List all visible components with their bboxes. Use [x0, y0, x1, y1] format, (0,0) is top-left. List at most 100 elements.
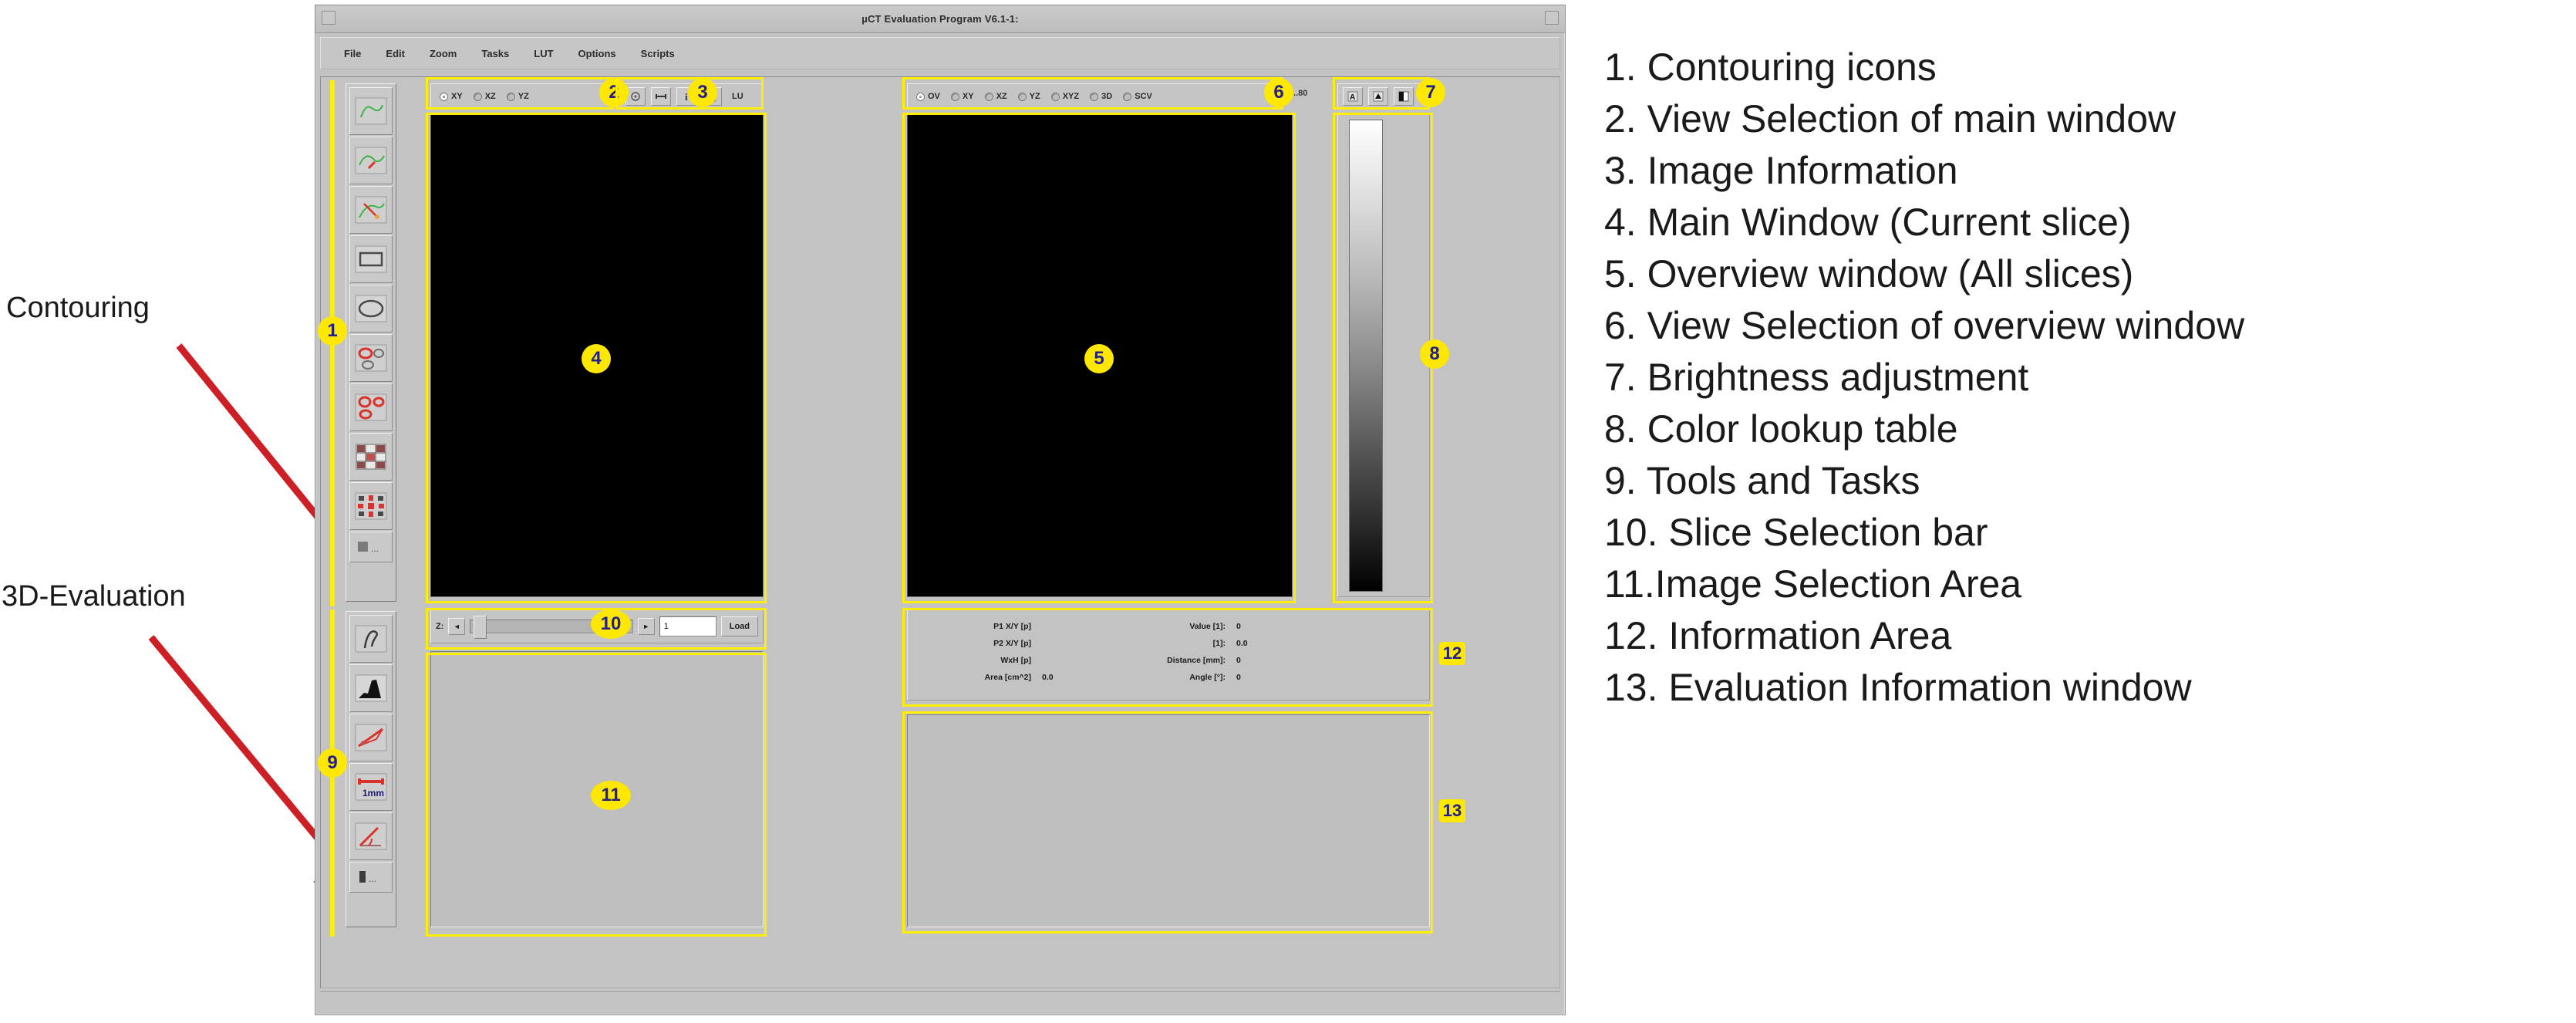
info-row: Value [1]: 0	[1101, 618, 1259, 635]
brightness-contrast-icon[interactable]	[1394, 87, 1414, 106]
menu-item-lut[interactable]: LUT	[521, 45, 565, 62]
window-close-button[interactable]	[1545, 11, 1559, 25]
brightness-auto-icon[interactable]: A	[1343, 87, 1363, 106]
information-right-column: Value [1]: 0 [1]: 0.0 Distance [mm]: 0 A…	[1101, 618, 1259, 686]
legend-item-2: 2. View Selection of main window	[1604, 97, 2176, 140]
contour-draw-icon[interactable]	[349, 137, 393, 184]
radio-ov-3d[interactable]: 3D	[1086, 92, 1116, 101]
information-left-column: P1 X/Y [p] P2 X/Y [p] WxH [p] Area [cm^2…	[915, 618, 1065, 686]
menu-item-zoom[interactable]: Zoom	[417, 45, 469, 62]
svg-text:A: A	[1350, 93, 1355, 102]
radio-label-ov-yz: YZ	[1029, 92, 1040, 101]
radio-label-yz: YZ	[518, 92, 529, 101]
slice-slider-thumb[interactable]	[474, 616, 487, 639]
radio-dot-ov-xy	[950, 92, 959, 101]
radio-main-yz[interactable]: YZ	[503, 92, 533, 101]
radio-ov-xy[interactable]: XY	[947, 92, 978, 101]
radio-label-xy: XY	[451, 92, 463, 101]
ruler-icon[interactable]	[651, 87, 671, 106]
info-key: Distance [mm]:	[1167, 656, 1226, 665]
radio-label-ov: OV	[928, 92, 940, 101]
contouring-annotation-label: Contouring	[6, 292, 150, 324]
marker-5: 5	[1084, 344, 1114, 373]
contour-more-icon[interactable]: ...	[349, 532, 393, 562]
legend-item-4: 4. Main Window (Current slice)	[1604, 201, 2132, 244]
contour-ellipse-icon[interactable]	[349, 285, 393, 333]
legend-item-10: 10. Slice Selection bar	[1604, 511, 1988, 554]
info-row: Angle [°]: 0	[1101, 669, 1259, 686]
evaluation-information-window[interactable]	[907, 714, 1430, 927]
marker-10: 10	[591, 609, 631, 639]
eval-more-icon[interactable]: ...	[349, 862, 393, 893]
evaluation-annotation-label: 3D-Evaluation	[2, 580, 186, 613]
radio-label-xz: XZ	[484, 92, 496, 101]
contour-copy-icon[interactable]	[349, 334, 393, 382]
eval-profile-icon[interactable]	[349, 714, 393, 761]
radio-dot-ov-3d	[1090, 92, 1099, 101]
legend-item-9: 9. Tools and Tasks	[1604, 459, 1920, 502]
eval-angle-icon[interactable]	[349, 812, 393, 860]
application-window: µCT Evaluation Program V6.1-1: File Edit…	[315, 5, 1566, 1015]
marker-9: 9	[318, 748, 347, 778]
contour-area-icon[interactable]	[349, 87, 393, 135]
info-value: 0	[1236, 656, 1241, 665]
contour-rect-icon[interactable]	[349, 235, 393, 283]
radio-dot-xz	[473, 92, 482, 101]
slice-next-button[interactable]: ►	[637, 618, 655, 635]
eval-curve-icon[interactable]	[349, 615, 393, 663]
marker-8: 8	[1420, 339, 1449, 369]
window-title: µCT Evaluation Program V6.1-1:	[861, 13, 1019, 25]
radio-dot-ov-yz	[1017, 92, 1027, 101]
status-bar	[320, 991, 1560, 1010]
marker-3: 3	[688, 78, 717, 107]
marker-12: 12	[1439, 642, 1465, 665]
svg-text:...: ...	[371, 543, 379, 554]
target-icon[interactable]	[625, 87, 646, 106]
slice-prev-button[interactable]: ◄	[448, 618, 466, 635]
svg-text:1mm: 1mm	[362, 788, 384, 798]
contour-multi-icon[interactable]	[349, 383, 393, 431]
menu-item-options[interactable]: Options	[566, 45, 629, 62]
radio-dot-xy	[440, 92, 448, 101]
radio-ov-yz[interactable]: YZ	[1014, 92, 1044, 101]
slice-axis-label: Z:	[436, 622, 444, 631]
window-menu-button[interactable]	[322, 11, 335, 25]
radio-ov-xyz[interactable]: XYZ	[1047, 92, 1083, 101]
radio-dot-ov	[916, 92, 925, 101]
marker-6: 6	[1264, 78, 1293, 107]
contour-morph-icon[interactable]	[349, 482, 393, 530]
radio-main-xz[interactable]: XZ	[470, 92, 500, 101]
radio-dot-ov-xz	[984, 92, 993, 101]
slice-number-input[interactable]: 1	[659, 616, 716, 636]
info-key: [1]:	[1212, 639, 1226, 648]
radio-ov-ov[interactable]: OV	[912, 92, 944, 101]
brightness-up-icon[interactable]	[1368, 87, 1388, 106]
legend-item-11: 11.Image Selection Area	[1604, 562, 2022, 606]
info-row: P2 X/Y [p]	[915, 635, 1065, 652]
marker-7: 7	[1416, 78, 1445, 107]
eval-distance-icon[interactable]: 1mm	[349, 763, 393, 811]
legend-item-3: 3. Image Information	[1604, 149, 1958, 192]
menu-item-scripts[interactable]: Scripts	[629, 45, 687, 62]
legend-item-7: 7. Brightness adjustment	[1604, 356, 2029, 399]
eval-histogram-icon[interactable]	[349, 664, 393, 712]
contour-line-icon[interactable]	[349, 186, 393, 234]
brightness-value-label: ...80	[1291, 89, 1308, 98]
info-key: P2 X/Y [p]	[993, 639, 1031, 648]
menu-item-edit[interactable]: Edit	[373, 45, 417, 62]
legend-item-12: 12. Information Area	[1604, 614, 1952, 657]
info-key: WxH [p]	[1000, 656, 1031, 665]
radio-ov-xz[interactable]: XZ	[981, 92, 1011, 101]
load-button[interactable]: Load	[720, 616, 758, 636]
overview-view-selection-bar: OV XY XZ YZ XYZ 3D SCV	[907, 83, 1283, 110]
menu-item-file[interactable]: File	[332, 45, 373, 62]
legend-list: 1. Contouring icons 2. View Selection of…	[1604, 48, 2568, 720]
contouring-toolbar: ...	[346, 83, 396, 602]
legend-item-1: 1. Contouring icons	[1604, 46, 1937, 89]
color-lookup-table[interactable]	[1349, 120, 1383, 592]
menu-item-tasks[interactable]: Tasks	[469, 45, 521, 62]
radio-main-xy[interactable]: XY	[436, 92, 467, 101]
contour-grid-icon[interactable]	[349, 433, 393, 481]
radio-ov-scv[interactable]: SCV	[1119, 92, 1156, 101]
color-lookup-table-frame	[1337, 114, 1430, 597]
